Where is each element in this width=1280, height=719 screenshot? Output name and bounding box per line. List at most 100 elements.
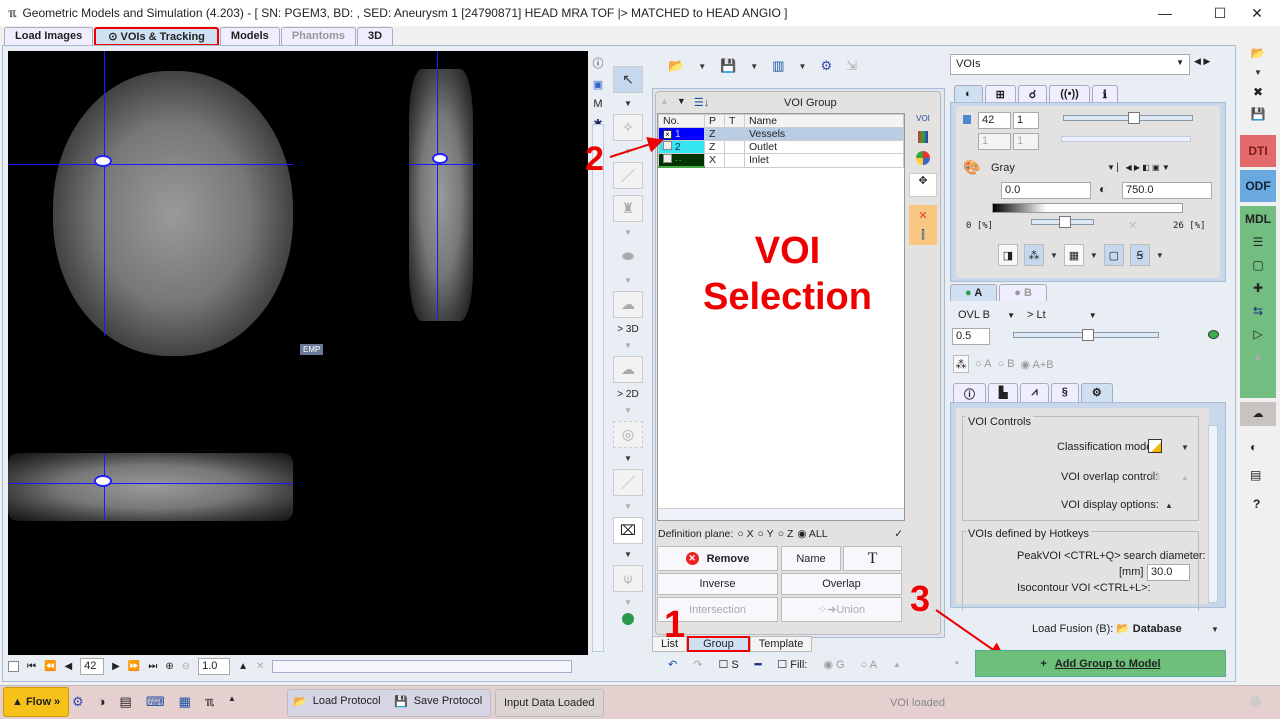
- radio-all[interactable]: ◉ ALL: [797, 528, 827, 540]
- last-slice-icon[interactable]: ⏭: [148, 661, 157, 672]
- tab-reslice[interactable]: ☌: [1017, 85, 1048, 103]
- dropdown-icon[interactable]: ▼: [1254, 68, 1262, 77]
- up-icon[interactable]: ▲: [1181, 473, 1189, 482]
- up-icon[interactable]: ▲: [238, 661, 248, 672]
- up-icon[interactable]: ▲: [660, 96, 669, 109]
- voi-color-cell[interactable]: × 1: [658, 127, 705, 141]
- save-protocol-button[interactable]: 💾 Save Protocol: [394, 695, 482, 708]
- grid-button[interactable]: ⁂: [1024, 244, 1044, 266]
- zoom-in-icon[interactable]: ⊕: [165, 661, 173, 672]
- tab-layout[interactable]: ⊞: [984, 85, 1016, 103]
- dropdown-icon[interactable]: ▼: [624, 550, 632, 559]
- connector-icon[interactable]: ⚙: [820, 58, 832, 74]
- text-button[interactable]: T: [843, 546, 902, 571]
- radio-g[interactable]: ◉ G: [823, 658, 844, 671]
- dropdown-icon[interactable]: ▼: [1090, 251, 1098, 260]
- union-button[interactable]: ⁘➔ Union: [781, 597, 902, 622]
- script-icon[interactable]: ▤: [120, 694, 132, 710]
- plus-icon[interactable]: ✚: [1253, 281, 1263, 295]
- colorbar[interactable]: [992, 203, 1183, 213]
- toggle-icon[interactable]: ◑: [98, 694, 106, 710]
- play-icon[interactable]: ▷: [1253, 327, 1262, 341]
- tab-curve[interactable]: ⩘: [1020, 383, 1049, 404]
- dropdown-icon[interactable]: ▼: [1156, 251, 1164, 260]
- subtab-template[interactable]: Template: [749, 636, 813, 652]
- radio-b[interactable]: ○ B: [997, 358, 1014, 370]
- tab-3d[interactable]: 3D: [357, 27, 394, 46]
- first-slice-icon[interactable]: ⏮: [27, 661, 36, 672]
- dropdown-icon[interactable]: ▼: [624, 454, 632, 463]
- database-select[interactable]: 📂 Database: [1116, 622, 1182, 635]
- open-folder-icon[interactable]: 📂: [668, 58, 684, 74]
- delete-icon[interactable]: ✕: [918, 209, 927, 222]
- region-3d-tool[interactable]: ☁: [613, 291, 643, 318]
- green-status-icon[interactable]: [622, 613, 634, 625]
- load-protocol-button[interactable]: 📂 Load Protocol: [293, 695, 381, 708]
- overlap-button[interactable]: Overlap: [781, 573, 902, 595]
- m-label[interactable]: M: [593, 98, 602, 110]
- subtab-group[interactable]: Group: [687, 636, 750, 652]
- brush-tool[interactable]: ♜: [613, 195, 643, 222]
- image-viewer[interactable]: EMP: [8, 51, 588, 655]
- slider-thumb[interactable]: [1059, 216, 1071, 228]
- dropdown-icon[interactable]: ▼: [799, 62, 807, 71]
- slice-input[interactable]: 42: [80, 657, 105, 675]
- disabled-icon[interactable]: ●: [1254, 350, 1261, 364]
- connector-icon[interactable]: ⚙: [72, 694, 84, 710]
- tab-voi-controls[interactable]: ⚙: [1080, 383, 1113, 404]
- sort-icon[interactable]: ☰↓: [694, 96, 709, 109]
- mdl-button[interactable]: MDL: [1245, 212, 1271, 226]
- antenna-tool[interactable]: ⍦: [613, 565, 643, 592]
- frame-button[interactable]: ▢: [1103, 244, 1124, 266]
- radio-a[interactable]: ○ A: [861, 659, 877, 671]
- dropdown-icon[interactable]: ▼: [624, 276, 632, 285]
- col-name[interactable]: Name: [744, 114, 904, 128]
- slider-thumb[interactable]: [1082, 329, 1094, 341]
- dropdown-icon[interactable]: ▼: [1050, 251, 1058, 260]
- move-voi-icon[interactable]: ✥: [909, 173, 937, 197]
- prev-fast-icon[interactable]: ⏪: [44, 661, 56, 672]
- col-p[interactable]: P: [704, 114, 725, 128]
- contrast-icon[interactable]: ◐: [1250, 440, 1257, 454]
- network-icon[interactable]: ▦: [179, 694, 191, 710]
- close-button[interactable]: ✕: [1234, 0, 1280, 26]
- step-input[interactable]: 1: [1013, 112, 1039, 129]
- slice-input[interactable]: 42: [978, 112, 1011, 129]
- overlap-icon[interactable]: ⧉: [1150, 467, 1160, 484]
- close-data-icon[interactable]: ✖: [1253, 85, 1263, 99]
- fusion-status-icon[interactable]: [1208, 330, 1219, 339]
- dropdown-icon[interactable]: ▼: [698, 62, 706, 71]
- tab-link[interactable]: §: [1050, 383, 1079, 404]
- table-horizontal-scrollbar[interactable]: [658, 508, 904, 520]
- pattern-button[interactable]: ▦: [1063, 244, 1084, 266]
- max-input[interactable]: 750.0: [1122, 182, 1212, 199]
- dropdown-icon[interactable]: ▼: [624, 228, 632, 237]
- text-tool-icon[interactable]: ⌨: [146, 694, 165, 710]
- redo-icon[interactable]: ↷: [693, 658, 702, 671]
- terminal-icon[interactable]: ▤: [1250, 468, 1261, 482]
- open-icon[interactable]: 📂: [1251, 46, 1266, 60]
- reset-icon[interactable]: ✕: [256, 661, 264, 672]
- palette-icon[interactable]: 🎨: [963, 159, 980, 176]
- col-t[interactable]: T: [724, 114, 745, 128]
- knife-tool[interactable]: ／: [613, 469, 643, 496]
- undo-icon[interactable]: ↶: [668, 658, 677, 671]
- dropdown-icon[interactable]: ▼: [750, 62, 758, 71]
- ellipse-tool[interactable]: ⬬: [613, 243, 643, 270]
- eraser-tool[interactable]: ⌧: [613, 517, 643, 544]
- vertical-scrollbar[interactable]: [1208, 425, 1218, 603]
- dropdown-icon[interactable]: ▼: [677, 96, 686, 109]
- square-icon[interactable]: ▢: [1252, 258, 1263, 272]
- colormap-value[interactable]: Gray: [991, 162, 1015, 174]
- split-icon[interactable]: ⫿: [921, 229, 925, 242]
- voi-checkbox[interactable]: [663, 141, 672, 150]
- dropdown-icon[interactable]: ▼: [624, 147, 632, 156]
- tab-sync[interactable]: ((•)): [1049, 85, 1090, 103]
- dropdown-icon[interactable]: ▼: [624, 502, 632, 511]
- export-icon[interactable]: ⇲: [846, 58, 857, 74]
- remove-button[interactable]: ✕ Remove: [657, 546, 778, 571]
- voi-checkbox[interactable]: ×: [663, 130, 672, 139]
- col-no[interactable]: No.: [658, 114, 705, 128]
- coronal-image[interactable]: [8, 453, 293, 521]
- slice-slider[interactable]: [1063, 112, 1193, 124]
